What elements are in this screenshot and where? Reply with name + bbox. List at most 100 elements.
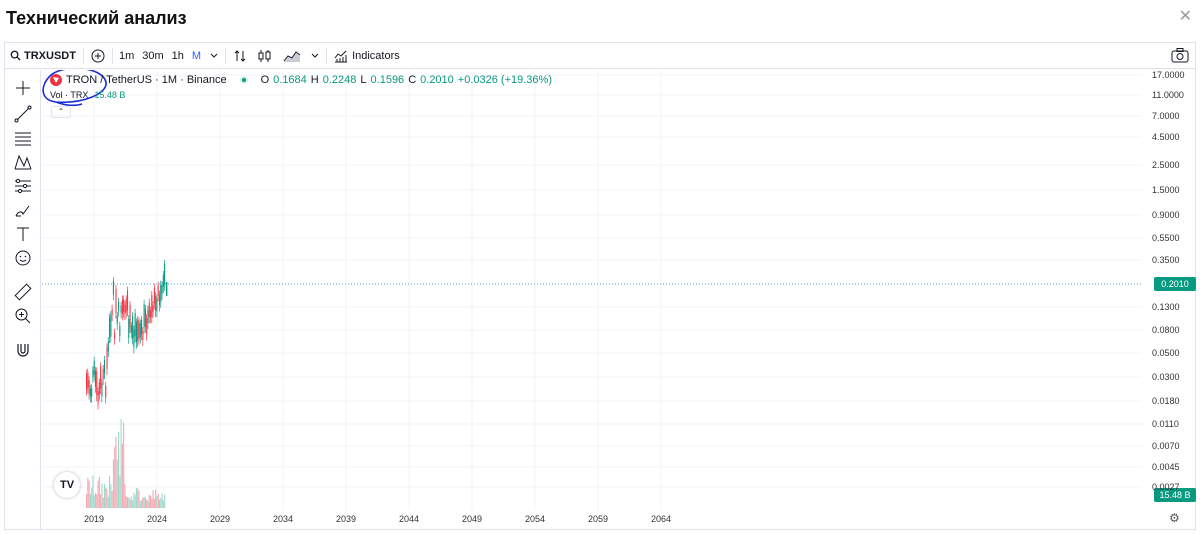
volume-bar (156, 496, 158, 508)
price-axis-label: 0.0027 (1152, 482, 1180, 492)
volume-bar (110, 483, 112, 508)
volume-bar (89, 494, 91, 508)
interval-month[interactable]: M (188, 43, 205, 68)
close-icon[interactable]: ✕ (1179, 6, 1192, 26)
volume-bar (130, 496, 132, 508)
candle-body (103, 360, 106, 374)
candle-body (123, 299, 125, 312)
price-axis-label: 0.5500 (1152, 233, 1180, 243)
trend-line-tool[interactable] (13, 104, 33, 124)
candles-style-button[interactable] (252, 43, 278, 68)
text-tool[interactable] (13, 224, 33, 244)
volume-bar (151, 498, 153, 508)
volume-bar (144, 497, 146, 508)
bar-replay-button[interactable] (228, 43, 252, 68)
crosshair-tool[interactable] (13, 78, 33, 98)
volume-bar (164, 494, 166, 508)
brush-tool[interactable] (13, 200, 33, 220)
low-value: 0.1596 (370, 74, 405, 86)
candle-body (138, 321, 140, 339)
interval-dropdown[interactable] (205, 43, 223, 68)
volume-bar (157, 493, 159, 508)
symbol-description[interactable]: TRON / TetherUS · 1M · Binance (66, 74, 227, 86)
candle-body (115, 288, 117, 313)
toolbar-divider (111, 47, 113, 64)
chart-style-dropdown[interactable] (306, 43, 324, 68)
candle-body (97, 391, 99, 404)
magnet-icon (17, 344, 29, 357)
current-price-tag: 0.2010 (1154, 277, 1196, 291)
candlestick-icon (258, 49, 271, 62)
time-axis-label: 2059 (588, 514, 609, 524)
volume-bar (92, 475, 94, 508)
volume-legend[interactable]: Vol · TRX 15.48 B (50, 90, 125, 100)
volume-bar (135, 488, 138, 508)
time-axis[interactable]: 2019 2024 2029 2034 2039 2044 2049 2054 2059 2064 (42, 510, 1142, 530)
volume-bar (126, 497, 129, 508)
candle-body (139, 323, 141, 338)
area-chart-icon (283, 50, 301, 62)
high-label: H (310, 74, 319, 86)
candle-body (146, 317, 148, 335)
time-axis-label: 2019 (84, 514, 105, 524)
chart-pane[interactable]: TRON / TetherUS · 1M · Binance O 0.1684 H… (42, 70, 1142, 510)
snapshot-button[interactable] (1171, 47, 1189, 66)
price-axis-label: 4.5000 (1152, 132, 1180, 142)
ruler-icon (14, 283, 32, 301)
tradingview-logo[interactable]: TV (54, 472, 80, 498)
candle-body (92, 370, 94, 378)
interval-1m[interactable]: 1m (115, 43, 138, 68)
price-axis-label: 0.0300 (1152, 372, 1180, 382)
volume-bar (106, 489, 108, 508)
price-axis-label: 0.0045 (1152, 462, 1180, 472)
candle-body (126, 290, 129, 311)
indicators-label: Indicators (352, 49, 400, 62)
candle-body (93, 360, 95, 375)
price-axis[interactable]: 0.2010 15.48 B 17.0000 11.0000 7.0000 4.500… (1142, 70, 1196, 510)
price-axis-label: 0.0180 (1152, 396, 1180, 406)
candle-body (152, 305, 154, 312)
candle-body (91, 388, 93, 397)
collapse-legend-button[interactable]: ⌃ (51, 106, 71, 118)
candle-body (135, 322, 138, 343)
measure-tool[interactable] (13, 282, 33, 302)
candle-body (124, 305, 126, 315)
emoji-tool[interactable] (13, 248, 33, 268)
volume-bar (96, 494, 98, 508)
price-chart[interactable] (42, 70, 1142, 510)
time-axis-label: 2064 (651, 514, 672, 524)
compare-button[interactable] (86, 43, 110, 68)
market-status-icon (239, 76, 248, 84)
crosshair-icon (16, 81, 30, 95)
candle-body (101, 382, 103, 397)
fib-tool[interactable] (13, 128, 33, 148)
volume-bar (132, 500, 134, 508)
time-axis-label: 2054 (525, 514, 546, 524)
forecast-tool[interactable] (13, 176, 33, 196)
candle-body (89, 388, 91, 397)
volume-bar (129, 499, 131, 508)
candle-body (87, 372, 89, 388)
candle-body (120, 306, 122, 313)
settings-icon[interactable]: ⚙ (1169, 511, 1180, 525)
volume-bar (133, 492, 135, 508)
indicators-button[interactable]: Indicators (329, 43, 405, 68)
pattern-tool[interactable] (13, 152, 33, 172)
symbol-search-button[interactable]: TRXUSDT (5, 43, 81, 68)
interval-1h[interactable]: 1h (168, 43, 188, 68)
area-style-button[interactable] (278, 43, 306, 68)
zoom-tool[interactable] (13, 306, 33, 326)
candle-body (121, 299, 123, 315)
price-axis-label: 0.9000 (1152, 210, 1180, 220)
candle-body (158, 294, 161, 306)
volume-bar (137, 488, 139, 508)
candle-body (150, 310, 152, 317)
chevron-down-icon (311, 53, 319, 58)
candle-body (132, 316, 134, 339)
smiley-icon (15, 250, 31, 266)
magnet-tool[interactable] (13, 340, 33, 360)
interval-30m[interactable]: 30m (138, 43, 167, 68)
price-axis-label: 17.0000 (1152, 70, 1185, 80)
horizontal-lines-icon (15, 132, 31, 146)
volume-bar (111, 491, 113, 508)
